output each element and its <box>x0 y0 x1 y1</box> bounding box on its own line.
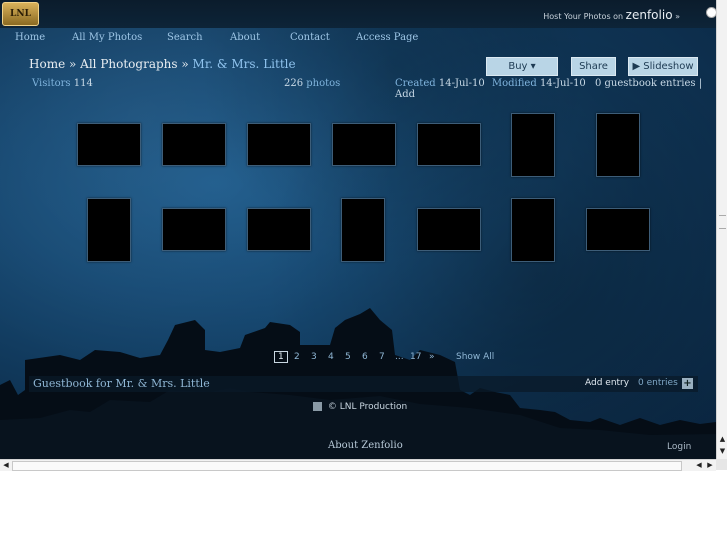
site-logo[interactable]: LNL <box>2 2 39 26</box>
page-4[interactable]: 4 <box>328 352 334 362</box>
page-1[interactable]: 1 <box>274 351 288 363</box>
nav-all-my-photos[interactable]: All My Photos <box>72 32 142 43</box>
horizontal-scrollbar[interactable]: ◀ ◀ ▶ <box>0 459 716 471</box>
share-label: Share <box>579 61 608 72</box>
about-zenfolio-link[interactable]: About Zenfolio <box>328 440 403 451</box>
scroll-down-icon[interactable]: ▼ <box>717 447 727 457</box>
scroll-left-icon[interactable]: ◀ <box>1 460 11 471</box>
photo-thumbnail[interactable] <box>511 198 555 262</box>
photos-value: 226 <box>284 78 304 89</box>
photo-thumbnail[interactable] <box>77 123 141 166</box>
photo-thumbnail[interactable] <box>247 123 311 166</box>
photo-thumbnail[interactable] <box>511 113 555 177</box>
host-promo-link[interactable]: Host Your Photos on zenfolio » <box>543 8 680 22</box>
breadcrumb-home[interactable]: Home <box>29 57 65 71</box>
page-3[interactable]: 3 <box>311 352 317 362</box>
guestbook-title: Guestbook for Mr. & Mrs. Little <box>33 377 210 390</box>
photos-label: photos <box>306 78 341 89</box>
share-button[interactable]: Share <box>571 57 616 76</box>
scroll-left-alt-icon[interactable]: ◀ <box>694 460 704 471</box>
modified-label: Modified <box>491 78 537 89</box>
guestbook-bar: Guestbook for Mr. & Mrs. Little Add entr… <box>29 376 698 392</box>
page-ellipsis: ... <box>395 352 404 362</box>
zenfolio-brand: zenfolio <box>625 8 673 22</box>
host-chevron-icon: » <box>675 12 680 21</box>
breadcrumb-sep: » <box>181 57 189 71</box>
scrollbar-corner <box>716 459 727 470</box>
scroll-thumb[interactable] <box>12 461 682 471</box>
breadcrumb: Home » All Photographs » Mr. & Mrs. Litt… <box>29 57 296 71</box>
page-canvas: LNL Host Your Photos on zenfolio » Home … <box>0 0 716 459</box>
copyright: © LNL Production <box>313 402 407 412</box>
scroll-right-icon[interactable]: ▶ <box>705 460 715 471</box>
breadcrumb-sep: » <box>69 57 77 71</box>
breadcrumb-current: Mr. & Mrs. Little <box>192 57 296 71</box>
copyright-text: © LNL Production <box>327 402 408 412</box>
scroll-up-icon[interactable]: ▲ <box>717 435 727 445</box>
modified-value: 14-Jul-10 <box>539 78 586 89</box>
page-2[interactable]: 2 <box>294 352 300 362</box>
dates-stat: Created 14-Jul-10 Modified 14-Jul-10 0 g… <box>395 78 716 100</box>
visitors-value: 114 <box>73 78 93 89</box>
photo-thumbnail[interactable] <box>417 208 481 251</box>
buy-button[interactable]: Buy ▾ <box>486 57 558 76</box>
photo-thumbnail[interactable] <box>332 123 396 166</box>
photo-thumbnail[interactable] <box>341 198 385 262</box>
page-17[interactable]: 17 <box>410 352 421 362</box>
photo-thumbnail[interactable] <box>586 208 650 251</box>
nav-contact[interactable]: Contact <box>290 32 330 43</box>
visitors-label: Visitors <box>32 78 71 89</box>
rss-icon[interactable] <box>313 402 322 411</box>
photo-thumbnail[interactable] <box>247 208 311 251</box>
slideshow-label: ▶ Slideshow <box>632 61 694 72</box>
guestbook-entries: 0 entries <box>638 378 678 388</box>
main-nav: Home All My Photos Search About Contact … <box>0 28 716 48</box>
add-entry-plus-icon[interactable]: + <box>682 378 693 389</box>
created-value: 14-Jul-10 <box>438 78 485 89</box>
show-all-link[interactable]: Show All <box>456 352 494 362</box>
page-5[interactable]: 5 <box>345 352 351 362</box>
visitors-stat: Visitors 114 <box>32 78 93 89</box>
login-link[interactable]: Login <box>667 442 691 452</box>
nav-search[interactable]: Search <box>167 32 203 43</box>
page-next-icon[interactable]: » <box>429 352 435 362</box>
nav-home[interactable]: Home <box>15 32 45 43</box>
created-label: Created <box>395 78 436 89</box>
page-6[interactable]: 6 <box>362 352 368 362</box>
vertical-scrollbar[interactable]: ▲ ▼ <box>716 0 727 459</box>
photo-thumbnail[interactable] <box>162 123 226 166</box>
scroll-grip[interactable] <box>719 215 726 229</box>
top-bar: LNL Host Your Photos on zenfolio » <box>0 0 716 28</box>
host-prefix: Host Your Photos on <box>543 12 624 21</box>
logo-text: LNL <box>10 9 31 19</box>
nav-access-page[interactable]: Access Page <box>356 32 418 43</box>
photo-thumbnail[interactable] <box>87 198 131 262</box>
photo-thumbnail[interactable] <box>596 113 640 177</box>
slideshow-button[interactable]: ▶ Slideshow <box>628 57 698 76</box>
photo-thumbnail[interactable] <box>417 123 481 166</box>
add-entry-link[interactable]: Add entry <box>585 378 629 388</box>
photo-thumbnail[interactable] <box>162 208 226 251</box>
nav-about[interactable]: About <box>230 32 260 43</box>
buy-label: Buy ▾ <box>508 61 536 72</box>
guestbook-count: 0 guestbook entries <box>594 78 696 89</box>
page-7[interactable]: 7 <box>379 352 385 362</box>
breadcrumb-all-photographs[interactable]: All Photographs <box>80 57 177 71</box>
photo-count: 226 photos <box>284 78 340 89</box>
